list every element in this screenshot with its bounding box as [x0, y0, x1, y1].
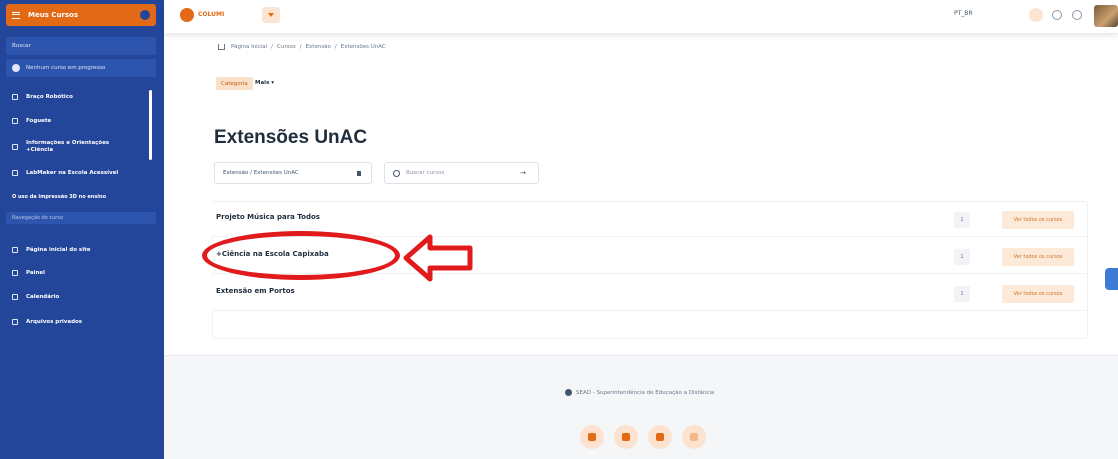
chevron-down-icon [357, 171, 361, 176]
view-all-courses-button[interactable]: Ver todos os cursos [1002, 211, 1074, 229]
globe-icon [565, 389, 572, 396]
calendar-icon [12, 294, 18, 300]
sidebar-nav-label: Calendário [26, 294, 60, 300]
facebook-icon[interactable] [580, 425, 604, 449]
category-row: Projeto Música para Todos 1 Ver todos os… [212, 203, 1086, 237]
breadcrumb-separator: / [271, 44, 274, 50]
sidebar-course-item[interactable]: O uso da impressão 3D no ensino [6, 194, 156, 200]
more-menu-label: Mais [255, 80, 270, 86]
footer-credit: SEAD - Superintendência de Educação a Di… [565, 389, 714, 396]
dashboard-icon [12, 270, 18, 276]
sidebar-nav-item[interactable]: Painel [6, 270, 156, 276]
more-menu[interactable]: Mais ▾ [255, 80, 274, 86]
breadcrumb-item[interactable]: Extensão [306, 44, 331, 50]
notification-bell-icon[interactable] [1052, 10, 1062, 20]
annotation-ellipse [202, 231, 400, 280]
file-icon [12, 319, 18, 325]
course-icon [12, 170, 18, 176]
course-icon [12, 118, 18, 124]
sidebar-nav-label: Arquivos privados [26, 319, 83, 325]
breadcrumb-item[interactable]: Cursos [277, 44, 296, 50]
sidebar-nav-item[interactable]: Página inicial do site [6, 247, 156, 253]
close-sidebar-icon[interactable] [140, 10, 150, 20]
home-icon [12, 247, 18, 253]
category-row: Extensão em Portos 1 Ver todos os cursos [212, 277, 1086, 311]
user-avatar[interactable] [1094, 5, 1118, 27]
breadcrumb: Página Inicial / Cursos / Extensão / Ext… [218, 44, 386, 50]
breadcrumb-separator: / [299, 44, 302, 50]
footer [164, 355, 1118, 459]
search-icon [393, 169, 400, 177]
sidebar-header[interactable]: Meus Cursos [6, 4, 156, 26]
course-count-badge: 1 [954, 249, 970, 265]
sidebar-scrollbar[interactable] [149, 90, 152, 160]
category-name[interactable]: Projeto Música para Todos [216, 213, 320, 221]
sidebar-course-label: LabMaker na Escola Acessível [26, 170, 119, 176]
annotation-arrow-icon [403, 234, 473, 282]
menu-icon[interactable] [12, 11, 20, 19]
app-window: Meus Cursos Buscar Nenhum curso em progr… [0, 0, 1118, 459]
sidebar-progress-label: Nenhum curso em progresso [26, 65, 106, 71]
category-select[interactable]: Extensão / Extensões UnAC [214, 162, 372, 184]
logo-icon[interactable] [180, 8, 194, 22]
view-all-courses-button[interactable]: Ver todos os cursos [1002, 248, 1074, 266]
category-tab[interactable]: Categoria [216, 77, 253, 90]
breadcrumb-separator: / [334, 44, 337, 50]
floating-help-button[interactable] [1105, 268, 1118, 290]
sidebar-course-label: O uso da impressão 3D no ensino [12, 194, 106, 200]
accessibility-icon[interactable] [1029, 8, 1043, 22]
sidebar-course-label: Braço Robótico [26, 94, 73, 100]
messages-icon[interactable] [1072, 10, 1082, 20]
footer-text: SEAD - Superintendência de Educação a Di… [576, 389, 715, 396]
sidebar-nav-label: Painel [26, 270, 46, 276]
course-icon [12, 144, 18, 150]
page-title: Extensões UnAC [214, 127, 368, 148]
sidebar-header-label: Meus Cursos [28, 11, 79, 19]
instagram-icon[interactable] [682, 425, 706, 449]
toggle-icon [12, 64, 20, 72]
sidebar-nav-label: Página inicial do site [26, 247, 91, 253]
youtube-icon[interactable] [648, 425, 672, 449]
course-icon [12, 94, 18, 100]
linkedin-icon[interactable] [614, 425, 638, 449]
course-count-badge: 1 [954, 212, 970, 228]
breadcrumb-item: Extensões UnAC [340, 44, 386, 50]
sidebar-course-item[interactable]: Foguete [6, 118, 156, 124]
category-name[interactable]: Extensão em Portos [216, 287, 295, 295]
language-selector[interactable]: PT_BR [954, 10, 973, 17]
arrow-right-icon[interactable]: → [520, 169, 526, 177]
sidebar-search[interactable]: Buscar [6, 37, 156, 55]
sidebar-nav-item[interactable]: Calendário [6, 294, 156, 300]
view-all-courses-button[interactable]: Ver todos os cursos [1002, 285, 1074, 303]
top-bar: COLUMI PT_BR [164, 0, 1118, 33]
breadcrumb-item[interactable]: Página Inicial [231, 44, 267, 50]
sidebar-course-item[interactable]: Braço Robótico [6, 94, 156, 100]
sidebar-search-label: Buscar [12, 43, 31, 49]
course-search-input[interactable]: Buscar cursos → [384, 162, 539, 184]
sidebar-course-label: Foguete [26, 118, 52, 124]
sidebar-course-item[interactable]: LabMaker na Escola Acessível [6, 170, 156, 176]
search-placeholder: Buscar cursos [406, 170, 445, 176]
category-select-value: Extensão / Extensões UnAC [223, 170, 299, 176]
footer-divider [164, 355, 1118, 356]
dropdown-button[interactable] [262, 7, 280, 23]
logo-text[interactable]: COLUMI [198, 11, 224, 18]
sidebar: Meus Cursos Buscar Nenhum curso em progr… [0, 0, 164, 459]
sidebar-progress-filter[interactable]: Nenhum curso em progresso [6, 59, 156, 77]
sidebar-nav-item[interactable]: Arquivos privados [6, 319, 156, 325]
course-count-badge: 1 [954, 286, 970, 302]
home-icon[interactable] [218, 44, 225, 50]
sidebar-section-label: Navegação do curso [6, 212, 156, 224]
sidebar-course-item[interactable]: Informações e Orientações +Ciência [6, 140, 144, 154]
sidebar-course-label: Informações e Orientações +Ciência [26, 140, 110, 153]
